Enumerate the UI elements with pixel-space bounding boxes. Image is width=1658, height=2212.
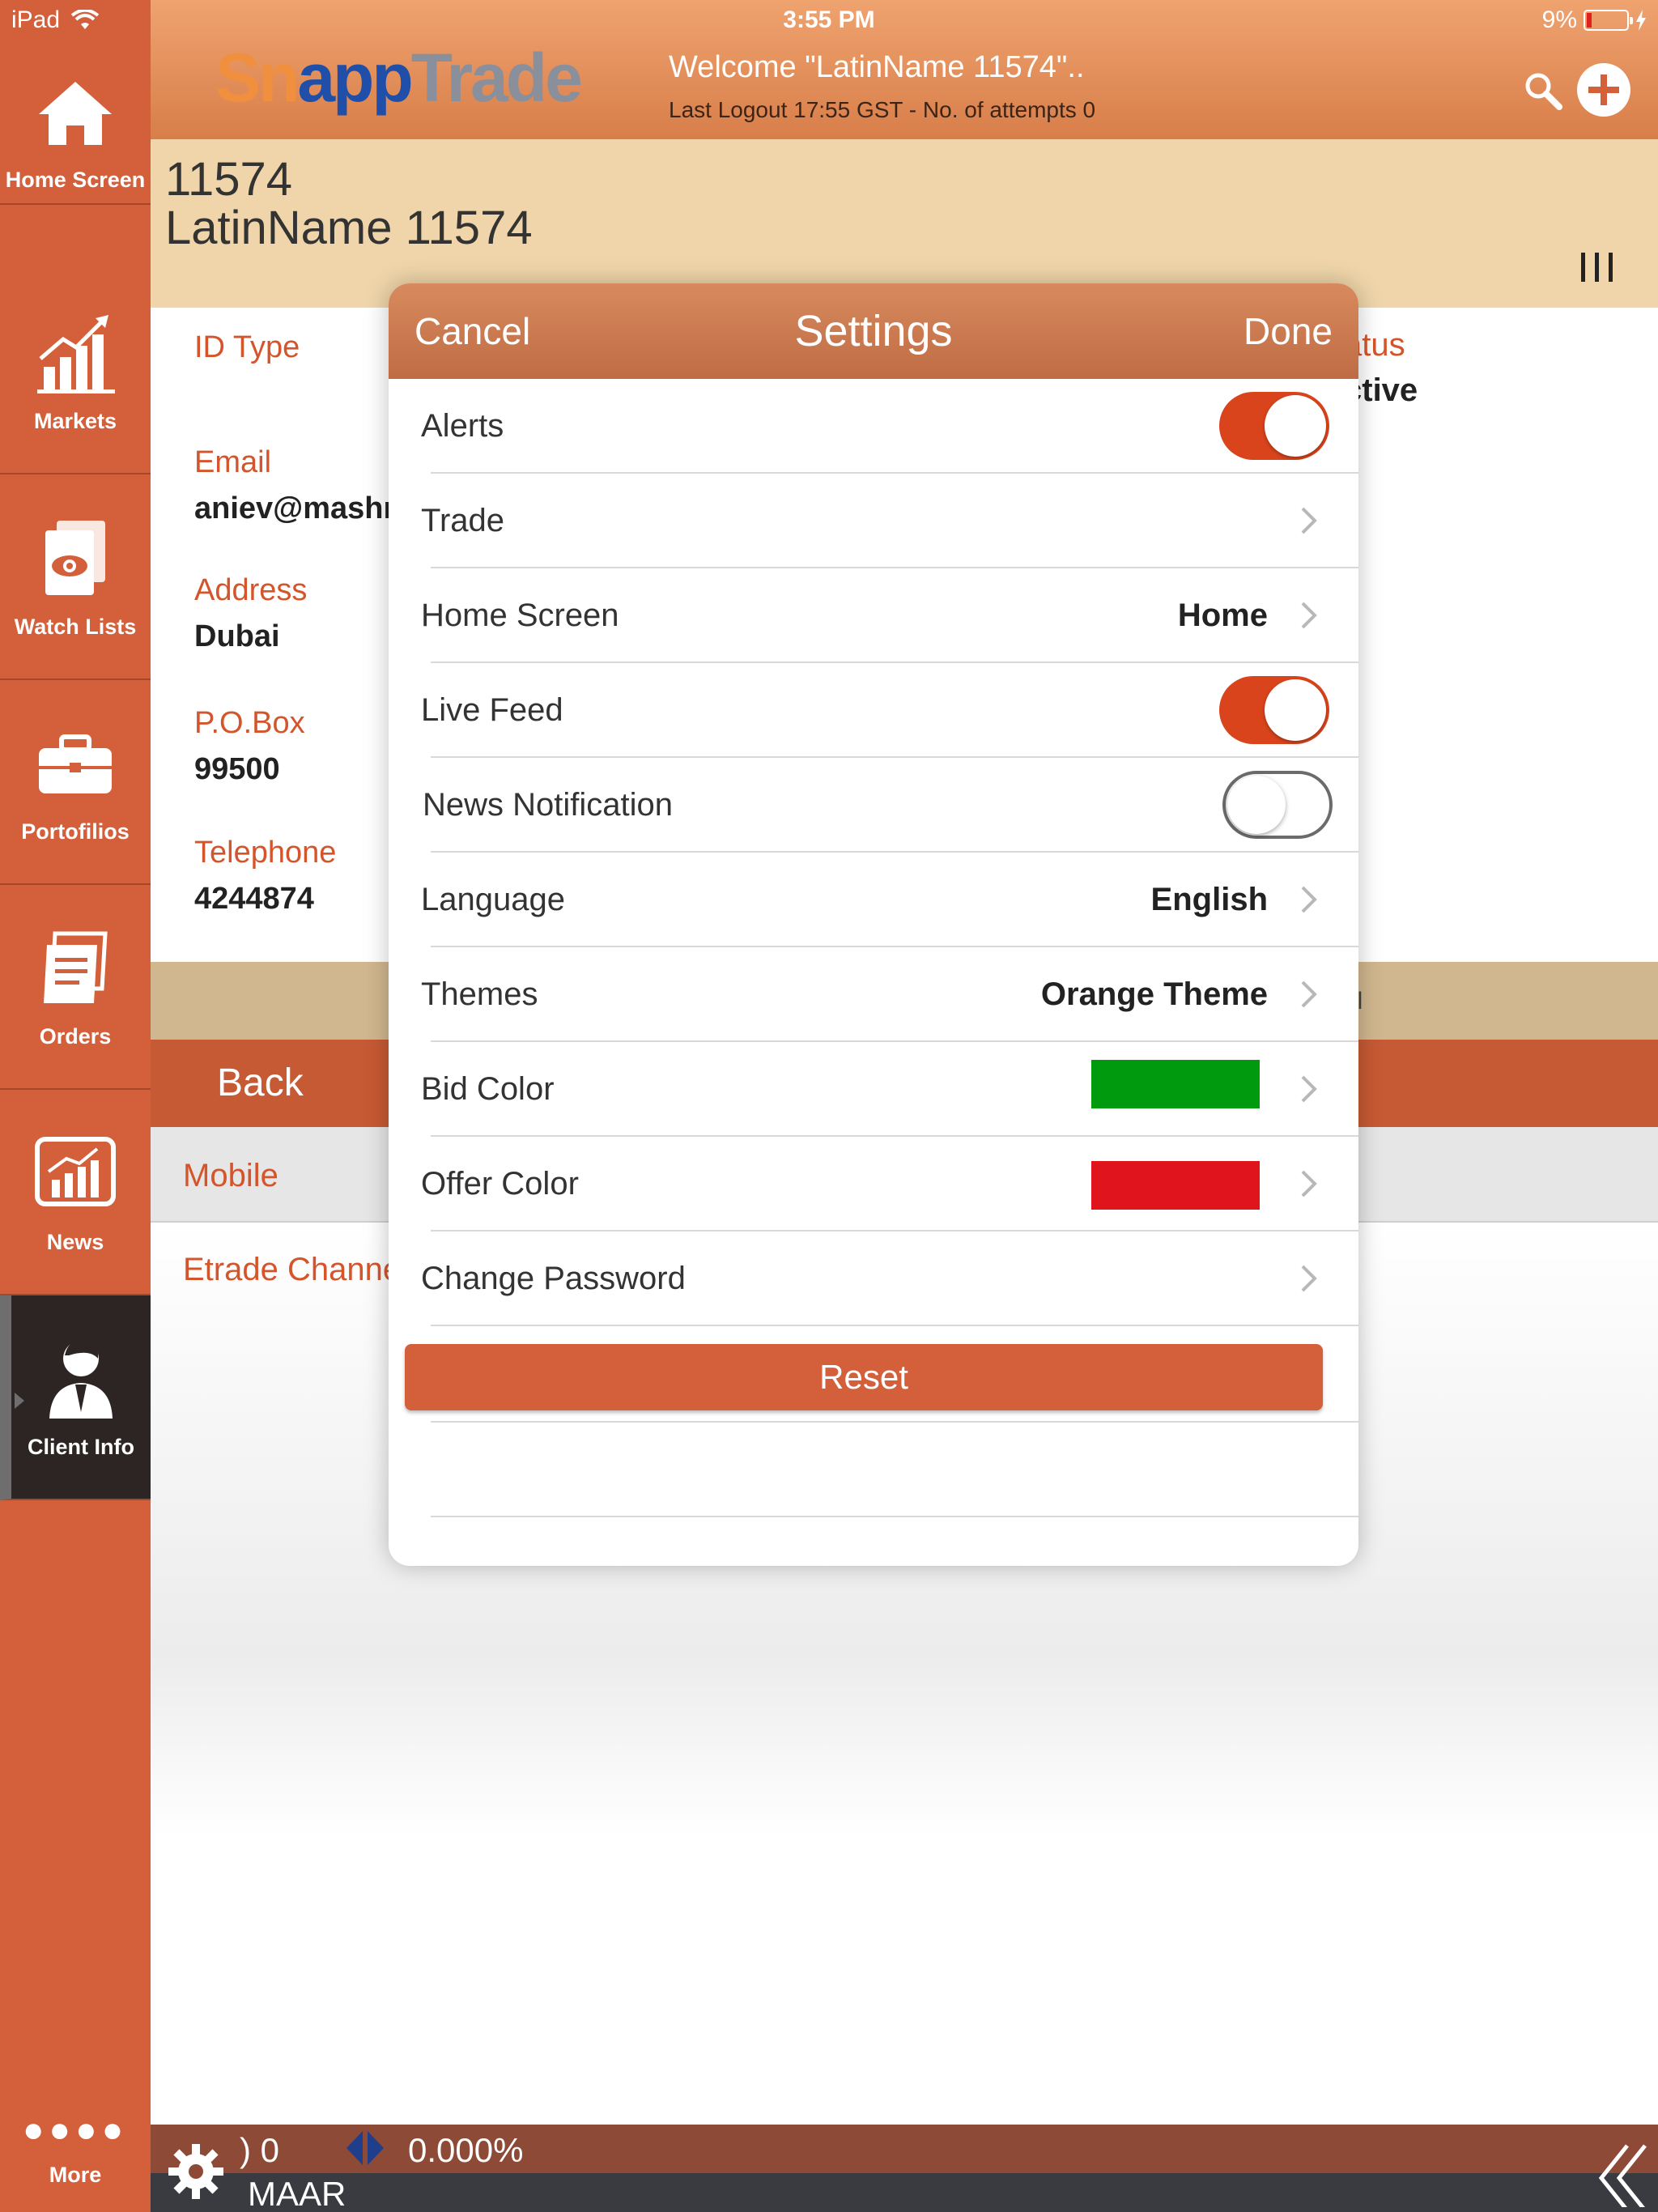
- client-id: 11574: [165, 153, 292, 206]
- done-button[interactable]: Done: [1244, 309, 1333, 353]
- collapse-chevrons-icon[interactable]: [1595, 2142, 1652, 2207]
- column-menu-icon[interactable]: [1581, 253, 1613, 282]
- email-field: Email aniev@mashr: [194, 445, 396, 525]
- telephone-field: Telephone 4244874: [194, 836, 337, 916]
- chevron-right-icon: [1301, 507, 1317, 534]
- settings-row-news-notification: News Notification: [389, 758, 1358, 853]
- sidebar-item-client-info[interactable]: Client Info: [0, 1295, 151, 1500]
- eye-document-icon: [45, 521, 105, 595]
- settings-row-home-screen[interactable]: Home Screen Home: [389, 568, 1358, 663]
- settings-row-themes[interactable]: Themes Orange Theme: [389, 947, 1358, 1042]
- settings-row-trade[interactable]: Trade: [389, 474, 1358, 568]
- battery-group: 9%: [1542, 6, 1647, 34]
- mobile-label: Mobile: [183, 1158, 278, 1193]
- user-icon: [49, 1340, 113, 1419]
- status-bar: iPad 3:55 PM 9%: [0, 0, 1658, 42]
- ticker-bar: ) 0 0.000% MAAR: [151, 2125, 1658, 2212]
- sidebar: Home Screen Markets Watch Lists Portofil…: [0, 0, 151, 2212]
- more-dots-icon: ●●●●: [22, 2110, 129, 2150]
- settings-title: Settings: [794, 307, 953, 355]
- offer-color-swatch: [1091, 1161, 1260, 1210]
- alerts-toggle[interactable]: [1219, 392, 1329, 460]
- home-icon: [39, 82, 112, 145]
- ticker-change: 0.000%: [408, 2131, 524, 2169]
- price-direction-icon: [346, 2131, 384, 2165]
- welcome-message: Welcome "LatinName 11574"..: [669, 50, 1085, 84]
- sidebar-item-portofilios[interactable]: Portofilios: [0, 680, 151, 885]
- chart-icon: [37, 315, 115, 393]
- clock: 3:55 PM: [783, 6, 875, 33]
- settings-row-alerts: Alerts: [389, 379, 1358, 474]
- live-feed-toggle[interactable]: [1219, 676, 1329, 744]
- chevron-right-icon: [1301, 1170, 1317, 1197]
- client-bar: 11574 LatinName 11574: [151, 139, 1658, 308]
- app-logo: SnappTrade: [215, 40, 583, 116]
- orders-icon: [44, 931, 108, 1003]
- home-screen-value: Home: [1177, 598, 1268, 633]
- chevron-right-icon: [1301, 886, 1317, 913]
- settings-row-offer-color[interactable]: Offer Color: [389, 1137, 1358, 1231]
- language-value: English: [1150, 882, 1268, 917]
- sidebar-item-label: Orders: [39, 1024, 112, 1049]
- themes-value: Orange Theme: [1040, 976, 1268, 1012]
- chevron-right-icon: [1301, 1265, 1317, 1292]
- sidebar-item-label: Home Screen: [5, 168, 146, 192]
- briefcase-icon: [39, 734, 112, 793]
- sidebar-item-watch-lists[interactable]: Watch Lists: [0, 475, 151, 680]
- settings-row-bid-color[interactable]: Bid Color: [389, 1042, 1358, 1137]
- address-field: Address Dubai: [194, 573, 308, 653]
- more-label: More: [49, 2163, 102, 2187]
- battery-percent: 9%: [1541, 6, 1577, 33]
- ticker-price: ) 0: [240, 2131, 280, 2169]
- battery-icon: [1584, 10, 1633, 31]
- chevron-right-icon: [1301, 1075, 1317, 1103]
- add-icon[interactable]: [1577, 63, 1630, 117]
- sidebar-item-label: Client Info: [28, 1435, 134, 1459]
- chevron-right-icon: [1301, 602, 1317, 629]
- news-chart-icon: [35, 1137, 116, 1206]
- settings-dialog: Cancel Settings Done Alerts Trade Home S…: [389, 283, 1358, 1566]
- settings-header: Cancel Settings Done: [389, 283, 1358, 379]
- sidebar-item-orders[interactable]: Orders: [0, 885, 151, 1090]
- reset-button[interactable]: Reset: [405, 1344, 1323, 1410]
- etrade-channel-label: Etrade Channe: [183, 1252, 402, 1287]
- sidebar-item-label: Portofilios: [21, 819, 130, 844]
- divider: [389, 1516, 1358, 1517]
- client-name: LatinName 11574: [165, 202, 533, 254]
- id-type-field: ID Type: [194, 330, 300, 364]
- settings-row-language[interactable]: Language English: [389, 853, 1358, 947]
- back-button[interactable]: Back: [217, 1061, 304, 1105]
- sidebar-item-markets[interactable]: Markets: [0, 270, 151, 474]
- sidebar-more[interactable]: ●●●● More: [0, 2110, 151, 2188]
- search-icon[interactable]: [1522, 70, 1564, 112]
- sidebar-item-label: Watch Lists: [14, 615, 137, 639]
- sidebar-item-news[interactable]: News: [0, 1091, 151, 1295]
- divider: [389, 1421, 1358, 1423]
- last-logout-info: Last Logout 17:55 GST - No. of attempts …: [669, 97, 1096, 122]
- pobox-field: P.O.Box 99500: [194, 706, 305, 786]
- gear-icon[interactable]: [165, 2141, 227, 2202]
- settings-row-live-feed: Live Feed: [389, 663, 1358, 758]
- news-notification-toggle[interactable]: [1222, 771, 1333, 839]
- sidebar-item-label: Markets: [33, 409, 117, 433]
- charging-bolt-icon: [1636, 10, 1646, 31]
- settings-row-change-password[interactable]: Change Password: [389, 1231, 1358, 1326]
- sidebar-item-label: News: [46, 1230, 104, 1254]
- bid-color-swatch: [1091, 1060, 1260, 1108]
- chevron-right-icon: [1301, 981, 1317, 1008]
- ticker-symbol: MAAR: [248, 2175, 346, 2212]
